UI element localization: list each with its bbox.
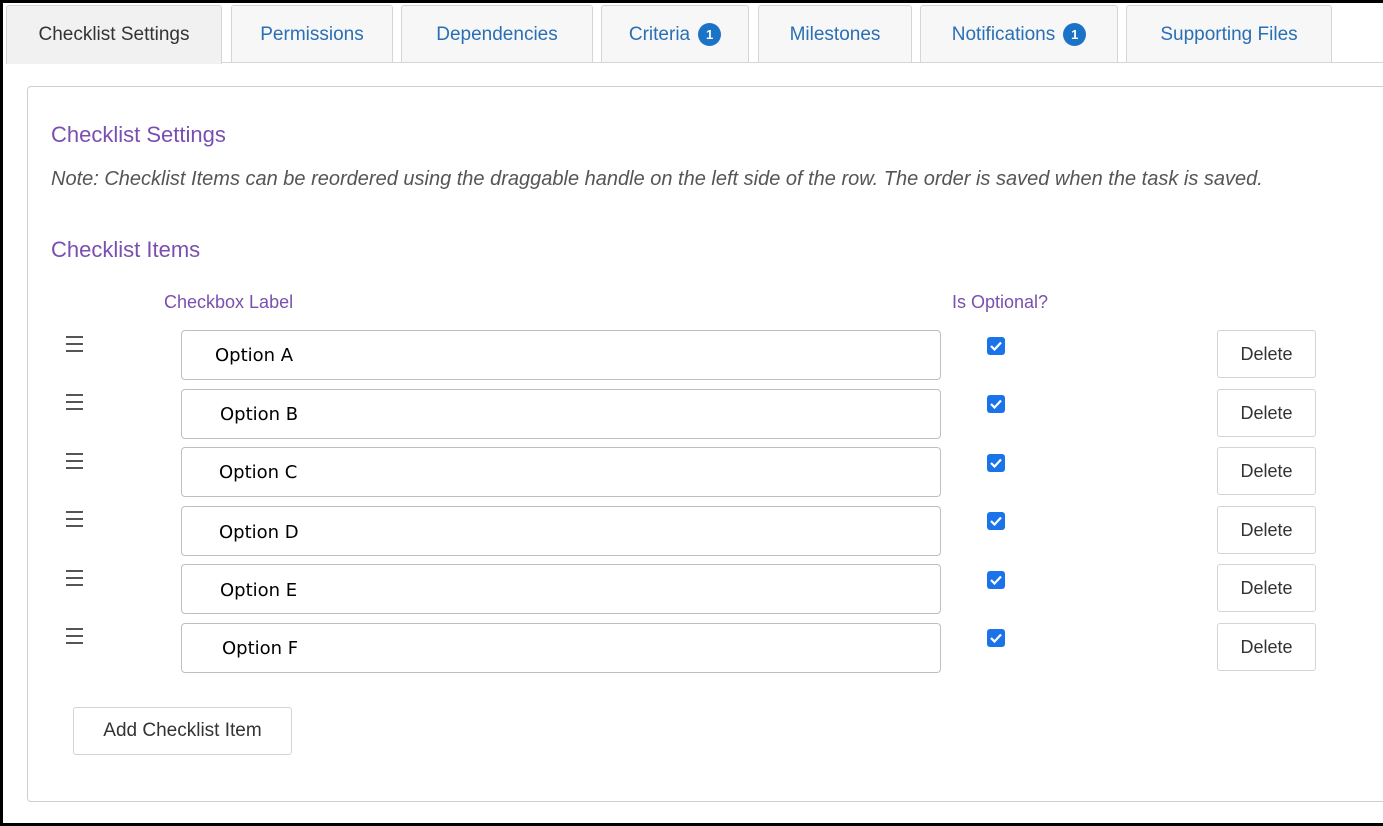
tab-divider	[221, 62, 1383, 63]
column-header-is-optional: Is Optional?	[952, 292, 1049, 312]
criteria-count-badge: 1	[698, 23, 722, 46]
tab-supporting-files[interactable]: Supporting Files	[1126, 5, 1332, 63]
checkmark-icon	[990, 516, 1002, 526]
tab-label: Supporting Files	[1160, 23, 1298, 45]
checkmark-icon	[990, 341, 1002, 351]
tab-milestones[interactable]: Milestones	[758, 5, 912, 63]
checklist-item-label-input[interactable]	[181, 330, 941, 380]
is-optional-checkbox[interactable]	[987, 629, 1005, 647]
tab-label: Dependencies	[436, 23, 558, 45]
tab-label: Milestones	[789, 23, 881, 45]
tab-bar: Checklist Settings Permissions Dependenc…	[6, 5, 1383, 64]
checklist-item-label-input[interactable]	[181, 623, 941, 673]
add-checklist-item-button[interactable]: Add Checklist Item	[73, 707, 292, 755]
delete-button[interactable]: Delete	[1217, 623, 1316, 671]
checkmark-icon	[990, 399, 1002, 409]
is-optional-checkbox[interactable]	[987, 337, 1005, 355]
tab-label: Checklist Settings	[38, 24, 190, 45]
checkmark-icon	[990, 575, 1002, 585]
checklist-items-heading: Checklist Items	[51, 237, 201, 262]
checklist-item-label-input[interactable]	[181, 564, 941, 614]
tab-dependencies[interactable]: Dependencies	[401, 5, 593, 63]
panel-title: Checklist Settings	[51, 122, 226, 147]
tab-permissions[interactable]: Permissions	[231, 5, 393, 63]
drag-handle-icon[interactable]	[63, 567, 85, 589]
drag-handle-icon[interactable]	[63, 391, 85, 413]
delete-button[interactable]: Delete	[1217, 506, 1316, 554]
drag-handle-icon[interactable]	[63, 333, 85, 355]
checklist-item-label-input[interactable]	[181, 506, 941, 556]
checkmark-icon	[990, 458, 1002, 468]
delete-button[interactable]: Delete	[1217, 447, 1316, 495]
drag-handle-icon[interactable]	[63, 508, 85, 530]
checklist-item-label-input[interactable]	[181, 389, 941, 439]
tab-label: Notifications	[951, 23, 1056, 45]
tab-label: Permissions	[260, 23, 364, 45]
delete-button[interactable]: Delete	[1217, 389, 1316, 437]
delete-button[interactable]: Delete	[1217, 330, 1316, 378]
is-optional-checkbox[interactable]	[987, 512, 1005, 530]
is-optional-checkbox[interactable]	[987, 454, 1005, 472]
tab-notifications[interactable]: Notifications 1	[920, 5, 1118, 63]
checkmark-icon	[990, 633, 1002, 643]
drag-handle-icon[interactable]	[63, 625, 85, 647]
tab-label: Criteria	[628, 23, 691, 45]
tab-criteria[interactable]: Criteria 1	[601, 5, 749, 63]
tab-checklist-settings[interactable]: Checklist Settings	[6, 5, 222, 64]
is-optional-checkbox[interactable]	[987, 571, 1005, 589]
delete-button[interactable]: Delete	[1217, 564, 1316, 612]
is-optional-checkbox[interactable]	[987, 395, 1005, 413]
notifications-count-badge: 1	[1063, 23, 1087, 46]
checklist-item-label-input[interactable]	[181, 447, 941, 497]
reorder-note: Note: Checklist Items can be reordered u…	[51, 168, 1263, 190]
column-header-checkbox-label: Checkbox Label	[164, 292, 294, 312]
drag-handle-icon[interactable]	[63, 450, 85, 472]
